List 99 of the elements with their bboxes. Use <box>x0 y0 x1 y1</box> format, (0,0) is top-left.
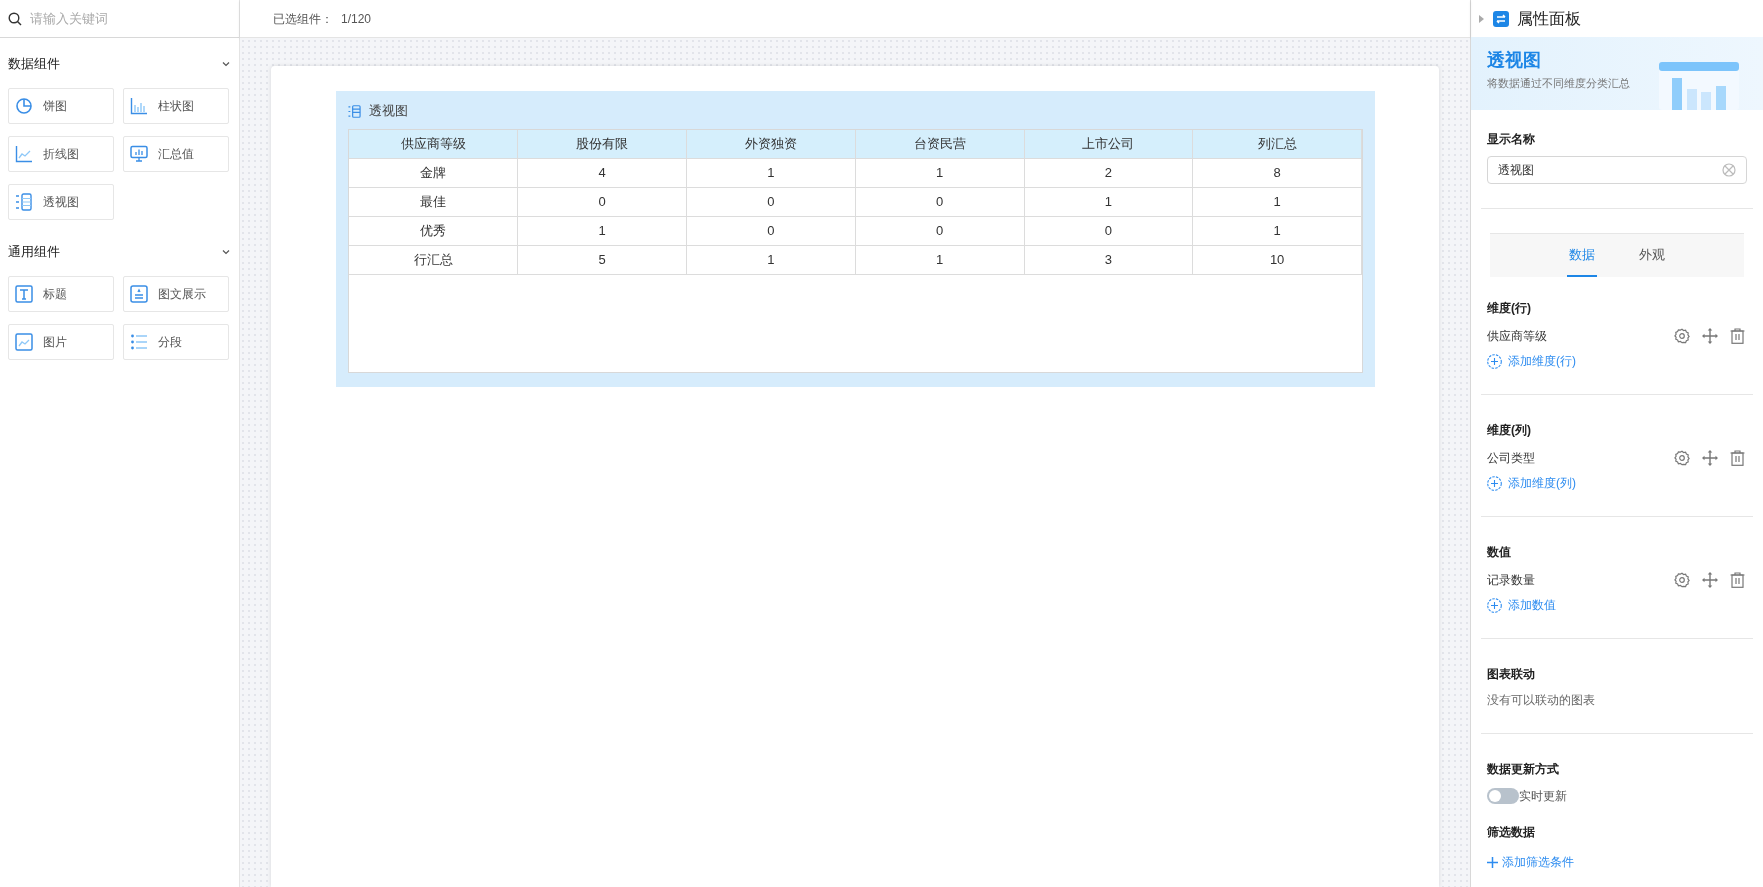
component-item[interactable]: 折线图 <box>8 136 114 172</box>
add-field-link[interactable]: 添加维度(列) <box>1487 474 1576 492</box>
table-cell: 最佳 <box>349 187 518 216</box>
table-cell: 0 <box>855 187 1024 216</box>
field-value: 透视图 <box>1498 162 1534 179</box>
table-cell: 1 <box>686 245 856 274</box>
column-header: 股份有限 <box>517 130 687 158</box>
delete-icon[interactable] <box>1730 328 1745 344</box>
pie-chart-icon <box>15 97 33 115</box>
plus-icon <box>1487 856 1498 868</box>
table-cell: 优秀 <box>349 216 518 245</box>
section-title: 图表联动 <box>1487 666 1536 683</box>
field-label: 显示名称 <box>1487 131 1536 148</box>
search-icon <box>8 11 22 26</box>
section-title: 数值 <box>1487 544 1512 561</box>
column-header: 供应商等级 <box>349 130 518 158</box>
component-item[interactable]: 标题 <box>8 276 114 312</box>
section-title: 维度(行) <box>1487 300 1532 317</box>
table-cell: 行汇总 <box>349 245 518 274</box>
field-item: 公司类型 <box>1487 450 1535 467</box>
move-icon[interactable] <box>1702 328 1718 344</box>
table-cell: 2 <box>1024 158 1193 187</box>
panel-title: 属性面板 <box>1517 8 1581 29</box>
field-item: 记录数量 <box>1487 572 1535 589</box>
list-icon <box>130 333 148 351</box>
selection-label: 已选组件： <box>273 10 333 28</box>
component-item[interactable]: 柱状图 <box>123 88 229 124</box>
delete-icon[interactable] <box>1730 450 1745 466</box>
widget-title: 透视图 <box>369 102 408 121</box>
component-item[interactable]: 图文展示 <box>123 276 229 312</box>
add-field-link[interactable]: 添加维度(行) <box>1487 352 1576 370</box>
table-cell: 0 <box>686 187 856 216</box>
group-title: 数据组件 <box>8 55 60 74</box>
table-cell: 1 <box>517 216 687 245</box>
settings-icon[interactable] <box>1674 328 1690 344</box>
delete-icon[interactable] <box>1730 572 1745 588</box>
field-item: 供应商等级 <box>1487 328 1547 345</box>
image-icon <box>15 333 33 351</box>
bar-chart-icon <box>130 97 148 115</box>
table-cell: 10 <box>1192 245 1362 274</box>
component-item[interactable]: 分段 <box>123 324 229 360</box>
table-cell: 1 <box>1192 216 1362 245</box>
component-item[interactable]: 汇总值 <box>123 136 229 172</box>
settings-icon[interactable] <box>1674 572 1690 588</box>
pivot-widget[interactable]: 透视图 供应商等级 股份有限 外资独资 台资民营 上市公司 列汇总 金牌 4 1 1 2 8 最佳 0 0 0 1 1 优秀 1 0 0 0 1 行汇总 5 1 1 3 10 <box>336 91 1375 387</box>
display-name-field[interactable]: 透视图 <box>1487 156 1747 184</box>
component-item[interactable]: 图片 <box>8 324 114 360</box>
selection-count: 1/120 <box>341 10 372 28</box>
table-cell: 3 <box>1024 245 1193 274</box>
caret-icon[interactable] <box>1479 14 1485 23</box>
column-header: 外资独资 <box>686 130 856 158</box>
table-cell: 0 <box>1024 216 1193 245</box>
line-chart-icon <box>15 145 33 163</box>
add-icon <box>1487 353 1502 369</box>
table-cell: 4 <box>517 158 687 187</box>
component-item[interactable]: 透视图 <box>8 184 114 220</box>
column-header: 列汇总 <box>1192 130 1362 158</box>
section-title: 数据更新方式 <box>1487 761 1560 778</box>
add-icon <box>1487 475 1502 491</box>
column-header: 台资民营 <box>855 130 1024 158</box>
add-icon <box>1487 597 1502 613</box>
table-cell: 金牌 <box>349 158 518 187</box>
table-cell: 1 <box>1024 187 1193 216</box>
chart-illustration-icon <box>1659 62 1739 110</box>
panel-tab[interactable]: 数据 <box>1567 234 1597 277</box>
panel-tab[interactable]: 外观 <box>1637 234 1667 277</box>
pivot-icon <box>348 104 361 118</box>
table-cell: 0 <box>686 216 856 245</box>
table-cell: 1 <box>855 158 1024 187</box>
table-cell: 0 <box>517 187 687 216</box>
move-icon[interactable] <box>1702 572 1718 588</box>
table-cell: 1 <box>1192 187 1362 216</box>
move-icon[interactable] <box>1702 450 1718 466</box>
monitor-chart-icon <box>130 145 148 163</box>
group-title: 通用组件 <box>8 243 60 262</box>
empty-message: 没有可以联动的图表 <box>1487 692 1596 709</box>
image-text-icon <box>130 285 148 303</box>
component-item[interactable]: 饼图 <box>8 88 114 124</box>
section-title: 维度(列) <box>1487 422 1532 439</box>
toggle-label: 实时更新 <box>1519 788 1567 805</box>
pivot-table-icon <box>15 193 33 211</box>
table-cell: 5 <box>517 245 687 274</box>
banner-subtitle: 将数据通过不同维度分类汇总 <box>1487 76 1630 91</box>
chevron-icon[interactable] <box>221 247 231 257</box>
table-cell: 8 <box>1192 158 1362 187</box>
table-cell: 1 <box>855 245 1024 274</box>
section-title: 筛选数据 <box>1487 824 1536 841</box>
swap-icon <box>1493 10 1509 27</box>
chevron-icon[interactable] <box>221 59 231 69</box>
search-field[interactable]: 请输入关键词 <box>30 8 231 29</box>
settings-icon[interactable] <box>1674 450 1690 466</box>
table-cell: 1 <box>686 158 856 187</box>
add-filter-link[interactable]: 添加筛选条件 <box>1487 853 1574 871</box>
column-header: 上市公司 <box>1024 130 1193 158</box>
banner-title: 透视图 <box>1487 51 1542 69</box>
add-field-link[interactable]: 添加数值 <box>1487 596 1556 614</box>
table-cell: 0 <box>855 216 1024 245</box>
toggle-switch[interactable] <box>1487 788 1519 804</box>
text-t-icon <box>15 285 33 303</box>
